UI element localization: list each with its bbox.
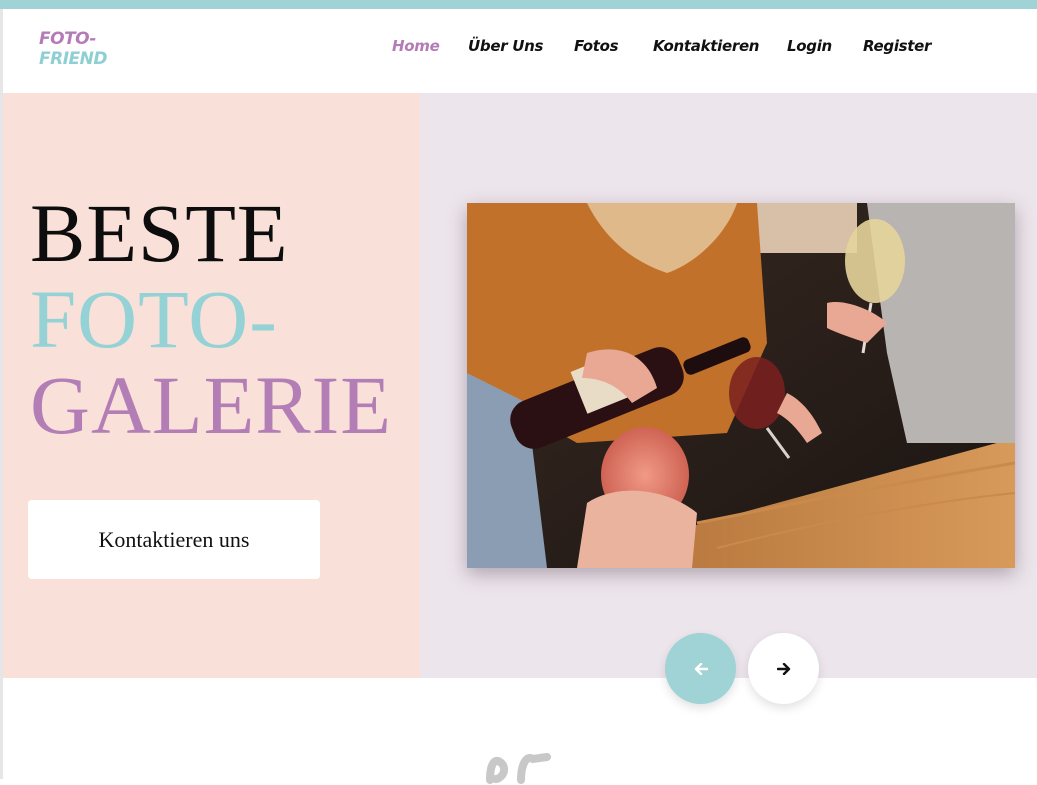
contact-us-button[interactable]: Kontaktieren uns — [28, 500, 320, 579]
arrow-left-icon — [694, 662, 708, 675]
logo-line-1: FOTO- — [39, 29, 96, 49]
slider-next-button[interactable] — [748, 633, 819, 704]
logo[interactable]: FOTO- FRIEND — [39, 29, 109, 73]
top-accent-bar — [0, 0, 1037, 9]
headline-line-2: FOTO- — [30, 273, 278, 365]
slider-prev-button[interactable] — [665, 633, 736, 704]
wine-pouring-photo — [467, 203, 1015, 568]
headline-line-1: BESTE — [30, 187, 289, 279]
site-header: FOTO- FRIEND Home Über Uns Fotos Kontakt… — [3, 9, 1037, 93]
nav-register[interactable]: Register — [863, 37, 931, 55]
arrow-right-icon — [776, 662, 790, 675]
nav-home[interactable]: Home — [392, 37, 440, 55]
gallery-photo — [467, 203, 1015, 568]
nav-fotos[interactable]: Fotos — [574, 37, 619, 55]
nav-login[interactable]: Login — [787, 37, 832, 55]
headline-line-3: GALERIE — [30, 359, 392, 451]
nav-kontaktieren[interactable]: Kontaktieren — [653, 37, 760, 55]
hero-headline: BESTE FOTO- GALERIE — [30, 190, 392, 448]
logo-line-2: FRIEND — [39, 49, 107, 69]
next-section-decoration — [486, 753, 551, 784]
nav-ueber-uns[interactable]: Über Uns — [468, 37, 543, 55]
